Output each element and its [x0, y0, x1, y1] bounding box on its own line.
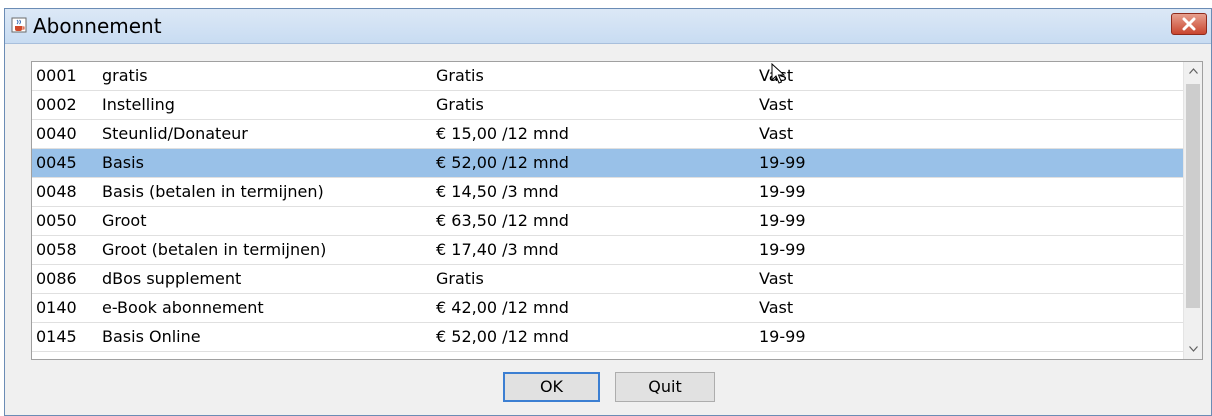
table-row[interactable]: 0050 Groot € 63,50 /12 mnd 19-99: [32, 207, 1184, 236]
subscription-name: Instelling: [102, 95, 175, 114]
window-title: Abonnement: [33, 14, 162, 38]
subscription-period: 19-99: [759, 211, 806, 230]
table-body: 0001 gratis Gratis Vast 0002 Instelling Gratis…: [32, 62, 1184, 352]
table-row[interactable]: 0045 Basis € 52,00 /12 mnd 19-99: [32, 149, 1184, 178]
scrollbar-thumb[interactable]: [1186, 84, 1200, 308]
subscription-period: Vast: [759, 95, 794, 114]
subscription-code: 0045: [36, 153, 77, 172]
close-icon: [1182, 17, 1196, 31]
table-row[interactable]: 0048 Basis (betalen in termijnen) € 14,50 …: [32, 178, 1184, 207]
table-row[interactable]: 0002 Instelling Gratis Vast: [32, 91, 1184, 120]
title-bar[interactable]: Abonnement: [5, 9, 1211, 44]
subscription-price: € 52,00 /12 mnd: [436, 327, 569, 346]
subscription-price: € 52,00 /12 mnd: [436, 153, 569, 172]
table-row[interactable]: 0040 Steunlid/Donateur € 15,00 /12 mnd Vast: [32, 120, 1184, 149]
close-button[interactable]: [1171, 13, 1207, 35]
subscription-price: € 14,50 /3 mnd: [436, 182, 559, 201]
subscription-code: 0058: [36, 240, 77, 259]
subscription-code: 0140: [36, 298, 77, 317]
subscription-period: Vast: [759, 124, 794, 143]
subscription-name: Basis: [102, 153, 144, 172]
table-row[interactable]: 0140 e-Book abonnement € 42,00 /12 mnd Vast: [32, 294, 1184, 323]
subscription-price: € 17,40 /3 mnd: [436, 240, 559, 259]
abonnement-dialog: Abonnement 0001 gratis Gratis Vast 0002 Inste…: [4, 8, 1212, 416]
subscription-name: dBos supplement: [102, 269, 242, 288]
ok-button[interactable]: OK: [503, 372, 600, 402]
subscription-name: e-Book abonnement: [102, 298, 264, 317]
subscription-period: Vast: [759, 298, 794, 317]
subscription-code: 0001: [36, 66, 77, 85]
subscription-name: gratis: [102, 66, 148, 85]
subscription-code: 0145: [36, 327, 77, 346]
table-row[interactable]: 0145 Basis Online € 52,00 /12 mnd 19-99: [32, 323, 1184, 352]
subscription-price: € 63,50 /12 mnd: [436, 211, 569, 230]
table-row[interactable]: 0086 dBos supplement Gratis Vast: [32, 265, 1184, 294]
mouse-pointer-icon: [771, 63, 786, 84]
subscription-period: Vast: [759, 269, 794, 288]
chevron-up-icon: [1189, 68, 1198, 74]
subscription-period: 19-99: [759, 153, 806, 172]
subscription-code: 0002: [36, 95, 77, 114]
subscription-price: Gratis: [436, 66, 484, 85]
subscription-code: 0050: [36, 211, 77, 230]
subscription-name: Basis Online: [102, 327, 201, 346]
subscription-code: 0048: [36, 182, 77, 201]
vertical-scrollbar[interactable]: [1183, 62, 1202, 359]
subscription-table: 0001 gratis Gratis Vast 0002 Instelling Gratis…: [31, 61, 1203, 360]
subscription-price: Gratis: [436, 95, 484, 114]
scroll-up-button[interactable]: [1184, 62, 1202, 81]
subscription-period: 19-99: [759, 327, 806, 346]
subscription-name: Steunlid/Donateur: [102, 124, 248, 143]
scroll-down-button[interactable]: [1184, 340, 1202, 359]
subscription-period: 19-99: [759, 182, 806, 201]
quit-button[interactable]: Quit: [615, 372, 715, 402]
subscription-name: Groot: [102, 211, 147, 230]
subscription-price: Gratis: [436, 269, 484, 288]
subscription-price: € 15,00 /12 mnd: [436, 124, 569, 143]
subscription-name: Basis (betalen in termijnen): [102, 182, 324, 201]
table-row[interactable]: 0058 Groot (betalen in termijnen) € 17,40 …: [32, 236, 1184, 265]
table-row[interactable]: 0001gratisGratisVast: [32, 62, 1184, 91]
subscription-price: € 42,00 /12 mnd: [436, 298, 569, 317]
subscription-code: 0086: [36, 269, 77, 288]
chevron-down-icon: [1189, 346, 1198, 352]
subscription-period: 19-99: [759, 240, 806, 259]
subscription-name: Groot (betalen in termijnen): [102, 240, 327, 259]
subscription-code: 0040: [36, 124, 77, 143]
java-cup-icon: [11, 17, 27, 33]
